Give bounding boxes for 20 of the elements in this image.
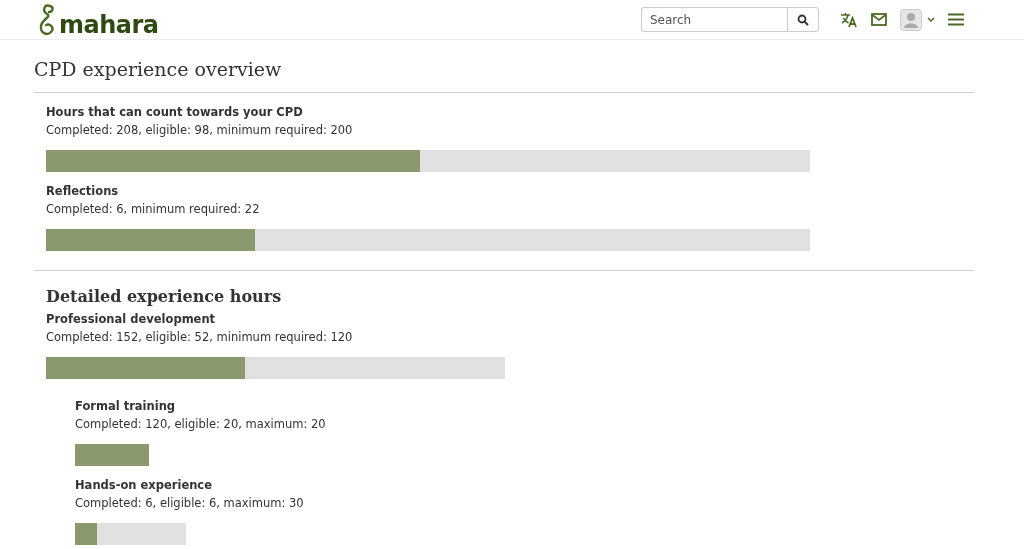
logo-wordmark[interactable]: mahara [59,12,159,37]
page-title: CPD experience overview [34,57,283,82]
progress-summary: Completed: 6, minimum required: 22 [46,201,261,218]
progress-summary: Completed: 6, eligible: 6, maximum: 30 [75,495,305,512]
menu-icon[interactable] [948,13,964,26]
search-icon [797,13,809,26]
mail-icon[interactable] [871,13,887,26]
search-button[interactable] [787,7,819,32]
progress-title: Hands-on experience [75,477,213,494]
translate-icon[interactable] [840,11,858,28]
progress-summary: Completed: 208, eligible: 98, minimum required: 200 [46,122,354,139]
progress-summary: Completed: 120, eligible: 20, maximum: 20 [75,416,327,433]
caret-icon[interactable] [927,16,935,23]
search-field[interactable]: Search [641,7,787,32]
progress-title: Hours that can count towards your CPD [46,104,304,121]
progress-title: Formal training [75,398,177,415]
progress-title: Professional development [46,311,217,328]
progress-summary: Completed: 152, eligible: 52, minimum required: 120 [46,329,354,346]
progress-title: Reflections [46,183,120,200]
section-heading: Detailed experience hours [46,287,283,306]
